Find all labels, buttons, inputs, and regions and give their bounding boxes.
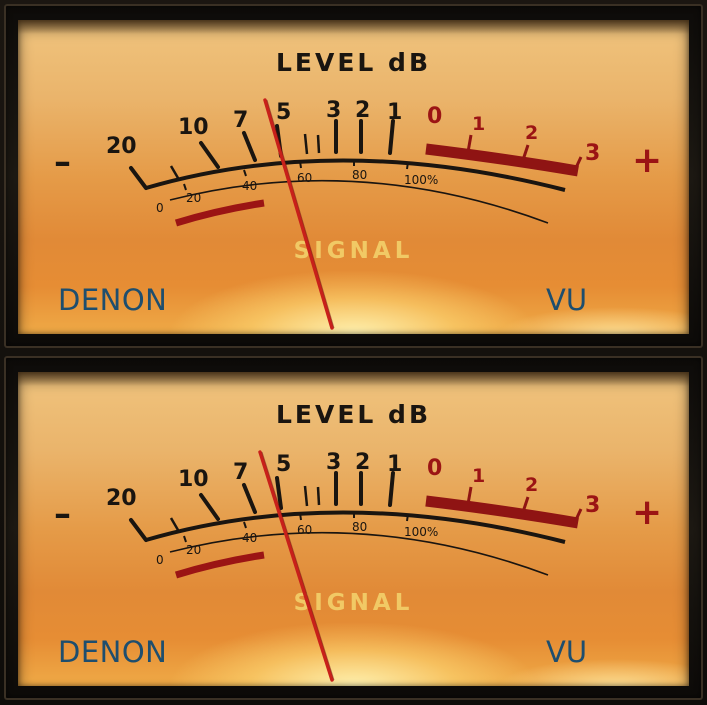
brand-logo: DENON — [58, 635, 168, 669]
meter-face: 20 10 7 5 3 2 1 0 1 2 3 0 20 40 60 80 10… — [18, 372, 689, 686]
percent-label-20: 20 — [186, 191, 201, 205]
percent-label-40: 40 — [242, 179, 257, 193]
meter-title: LEVEL dB — [275, 48, 432, 77]
percent-label-80: 80 — [352, 168, 367, 182]
minus-symbol: – — [54, 494, 71, 534]
percent-label-80: 80 — [352, 520, 367, 534]
meter-title: LEVEL dB — [275, 400, 432, 429]
vu-meter-right: 20 10 7 5 3 2 1 0 1 2 3 0 20 40 60 80 10… — [0, 352, 707, 704]
percent-label-20: 20 — [186, 543, 201, 557]
percent-label-0: 0 — [156, 553, 164, 567]
brand-logo: DENON — [58, 283, 168, 317]
percent-label-0: 0 — [156, 201, 164, 215]
signal-label: SIGNAL — [293, 590, 414, 616]
percent-label-100: 100% — [404, 525, 438, 539]
meter-face: 20 10 7 5 3 2 1 0 1 2 3 0 20 40 60 80 10… — [18, 20, 689, 334]
unit-label: VU — [546, 635, 588, 669]
plus-symbol: + — [632, 140, 663, 181]
minus-symbol: – — [54, 142, 71, 182]
percent-label-40: 40 — [242, 531, 257, 545]
vu-meter-panel: 20 10 7 5 3 2 1 0 1 2 3 0 20 40 60 80 10… — [0, 0, 707, 705]
unit-label: VU — [546, 283, 588, 317]
percent-label-60: 60 — [297, 523, 312, 537]
signal-label: SIGNAL — [293, 238, 414, 264]
plus-symbol: + — [632, 492, 663, 533]
percent-label-60: 60 — [297, 171, 312, 185]
vu-meter-left: 20 10 7 5 3 2 1 0 1 2 3 0 20 40 60 80 10… — [0, 0, 707, 352]
percent-label-100: 100% — [404, 173, 438, 187]
